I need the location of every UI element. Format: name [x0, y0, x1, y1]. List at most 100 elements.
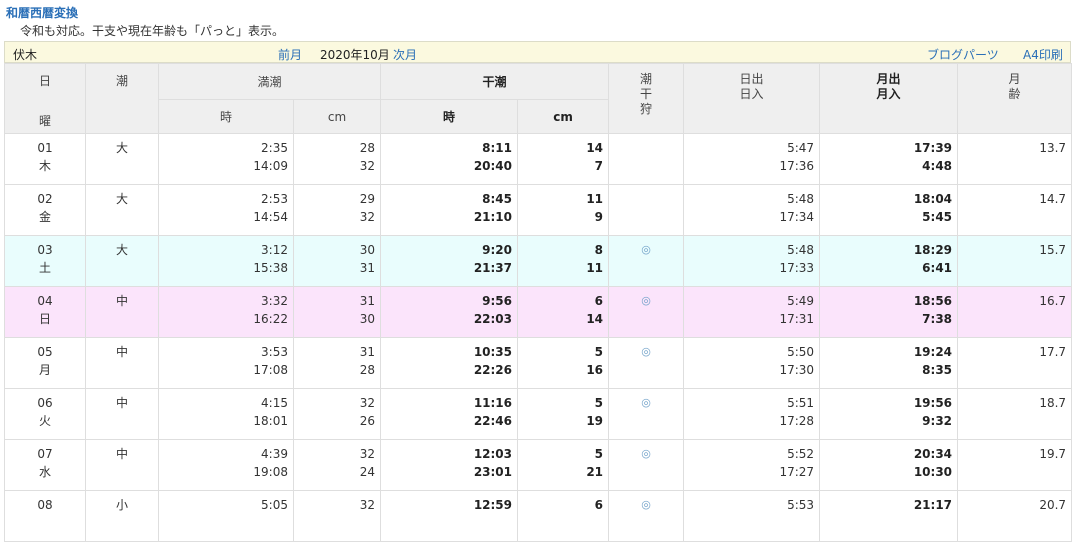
- low-time-cell: 9:20 21:37: [380, 235, 519, 287]
- col-high-cm-header: cm: [292, 99, 382, 134]
- sun-cell: 5:50 17:30: [683, 337, 821, 389]
- low-cm-cell: 5 19: [517, 388, 610, 440]
- shiohigari-mark-cell: ◎: [608, 286, 685, 338]
- moonage-cell: 19.7: [957, 439, 1073, 491]
- low-cm-cell: 14 7: [517, 133, 610, 185]
- tide-type-cell: 中: [85, 388, 159, 440]
- prev-month-link[interactable]: 前月: [278, 46, 302, 63]
- high-time-cell: 4:39 19:08: [158, 439, 294, 491]
- low-cm-cell: 6 14: [517, 286, 610, 338]
- moon-cell: 18:56 7:38: [819, 286, 959, 338]
- sun-cell: 5:48 17:33: [683, 235, 821, 287]
- low-cm-cell: 11 9: [517, 184, 610, 236]
- moon-cell: 21:17: [819, 490, 959, 542]
- moonage-cell: 16.7: [957, 286, 1073, 338]
- table-row: 03 土大 3:12 15:38 30 31 9:20 21:37 8 11 ◎ 5:48 17:33 1…: [4, 235, 1073, 287]
- low-time-cell: 12:03 23:01: [380, 439, 519, 491]
- col-low-time-header: 時: [380, 99, 519, 134]
- moonage-cell: 15.7: [957, 235, 1073, 287]
- tide-type-cell: 大: [85, 235, 159, 287]
- table-row: 04 日中 3:32 16:22 31 30 9:56 22:03 6 14 ◎ 5:49 17:31 1…: [4, 286, 1073, 338]
- moonage-cell: 13.7: [957, 133, 1073, 185]
- low-time-cell: 11:16 22:46: [380, 388, 519, 440]
- moonage-cell: 14.7: [957, 184, 1073, 236]
- high-cm-cell: 31 30: [292, 286, 382, 338]
- tide-table-body: 01 木大 2:35 14:09 28 32 8:11 20:40 14 7 5:47 17:36 17…: [4, 133, 1073, 542]
- col-high-time-header: 時: [158, 99, 294, 134]
- high-cm-cell: 32: [292, 490, 382, 542]
- table-row: 01 木大 2:35 14:09 28 32 8:11 20:40 14 7 5:47 17:36 17…: [4, 133, 1073, 185]
- sun-cell: 5:52 17:27: [683, 439, 821, 491]
- low-time-cell: 8:45 21:10: [380, 184, 519, 236]
- moon-cell: 18:29 6:41: [819, 235, 959, 287]
- shiohigari-mark-cell: ◎: [608, 439, 685, 491]
- wareki-converter-link[interactable]: 和暦西暦変換: [6, 4, 78, 21]
- table-row: 02 金大 2:53 14:54 29 32 8:45 21:10 11 9 5:48 17:34 18…: [4, 184, 1073, 236]
- col-sun-header: 日出 日入: [683, 63, 821, 134]
- tide-type-cell: 中: [85, 439, 159, 491]
- moonage-cell: 18.7: [957, 388, 1073, 440]
- high-time-cell: 2:35 14:09: [158, 133, 294, 185]
- col-shiohigari-header: 潮 干 狩: [608, 63, 685, 134]
- tide-type-cell: 大: [85, 133, 159, 185]
- high-cm-cell: 32 24: [292, 439, 382, 491]
- day-cell: 01 木: [4, 133, 86, 185]
- day-cell: 05 月: [4, 337, 86, 389]
- day-cell: 06 火: [4, 388, 86, 440]
- shiohigari-mark-cell: ◎: [608, 337, 685, 389]
- col-day-header: 日 曜: [4, 63, 86, 134]
- high-cm-cell: 32 26: [292, 388, 382, 440]
- low-time-cell: 12:59: [380, 490, 519, 542]
- moon-cell: 19:56 9:32: [819, 388, 959, 440]
- next-month-link[interactable]: 次月: [393, 46, 417, 63]
- table-row: 08 小 5:05 32 12:59 6 ◎ 5:53 21:17 20.7: [4, 490, 1073, 542]
- moonage-cell: 20.7: [957, 490, 1073, 542]
- tide-type-cell: 中: [85, 286, 159, 338]
- location-name: 伏木: [13, 48, 38, 62]
- high-cm-cell: 29 32: [292, 184, 382, 236]
- low-cm-cell: 8 11: [517, 235, 610, 287]
- day-cell: 08: [4, 490, 86, 542]
- day-cell: 03 土: [4, 235, 86, 287]
- high-time-cell: 5:05: [158, 490, 294, 542]
- table-row: 07 水中 4:39 19:08 32 24 12:03 23:01 5 21 ◎ 5:52 17:27…: [4, 439, 1073, 491]
- low-cm-cell: 5 16: [517, 337, 610, 389]
- high-time-cell: 2:53 14:54: [158, 184, 294, 236]
- day-cell: 04 日: [4, 286, 86, 338]
- shiohigari-mark-cell: ◎: [608, 235, 685, 287]
- sun-cell: 5:49 17:31: [683, 286, 821, 338]
- day-cell: 07 水: [4, 439, 86, 491]
- tide-type-cell: 大: [85, 184, 159, 236]
- moon-cell: 20:34 10:30: [819, 439, 959, 491]
- low-time-cell: 8:11 20:40: [380, 133, 519, 185]
- col-high-tide-header: 満潮: [157, 63, 382, 100]
- page-subtitle: 令和も対応。干支や現在年齢も「パっと」表示。: [20, 24, 285, 38]
- col-low-tide-header: 干潮: [380, 63, 610, 100]
- high-cm-cell: 31 28: [292, 337, 382, 389]
- shiohigari-mark-cell: [608, 133, 685, 185]
- moon-cell: 18:04 5:45: [819, 184, 959, 236]
- moon-cell: 19:24 8:35: [819, 337, 959, 389]
- blog-parts-link[interactable]: ブログパーツ: [927, 46, 999, 63]
- low-cm-cell: 6: [517, 490, 610, 542]
- shiohigari-mark-cell: ◎: [608, 490, 685, 542]
- moon-cell: 17:39 4:48: [819, 133, 959, 185]
- moonage-cell: 17.7: [957, 337, 1073, 389]
- table-row: 06 火中 4:15 18:01 32 26 11:16 22:46 5 19 ◎ 5:51 17:28…: [4, 388, 1073, 440]
- high-cm-cell: 28 32: [292, 133, 382, 185]
- day-cell: 02 金: [4, 184, 86, 236]
- table-row: 05 月中 3:53 17:08 31 28 10:35 22:26 5 16 ◎ 5:50 17:30…: [4, 337, 1073, 389]
- high-cm-cell: 30 31: [292, 235, 382, 287]
- sun-cell: 5:53: [683, 490, 821, 542]
- a4-print-link[interactable]: A4印刷: [1023, 46, 1063, 63]
- low-time-cell: 10:35 22:26: [380, 337, 519, 389]
- col-low-cm-header: cm: [517, 99, 610, 134]
- tide-table: 日 曜 潮 満潮 干潮 潮 干 狩 日出 日入 月出 月入 月 齢 時 cm 時…: [4, 63, 1073, 542]
- high-time-cell: 3:32 16:22: [158, 286, 294, 338]
- sun-cell: 5:47 17:36: [683, 133, 821, 185]
- current-month: 2020年10月: [320, 48, 390, 62]
- tide-type-cell: 小: [85, 490, 159, 542]
- sun-cell: 5:48 17:34: [683, 184, 821, 236]
- high-time-cell: 3:12 15:38: [158, 235, 294, 287]
- low-cm-cell: 5 21: [517, 439, 610, 491]
